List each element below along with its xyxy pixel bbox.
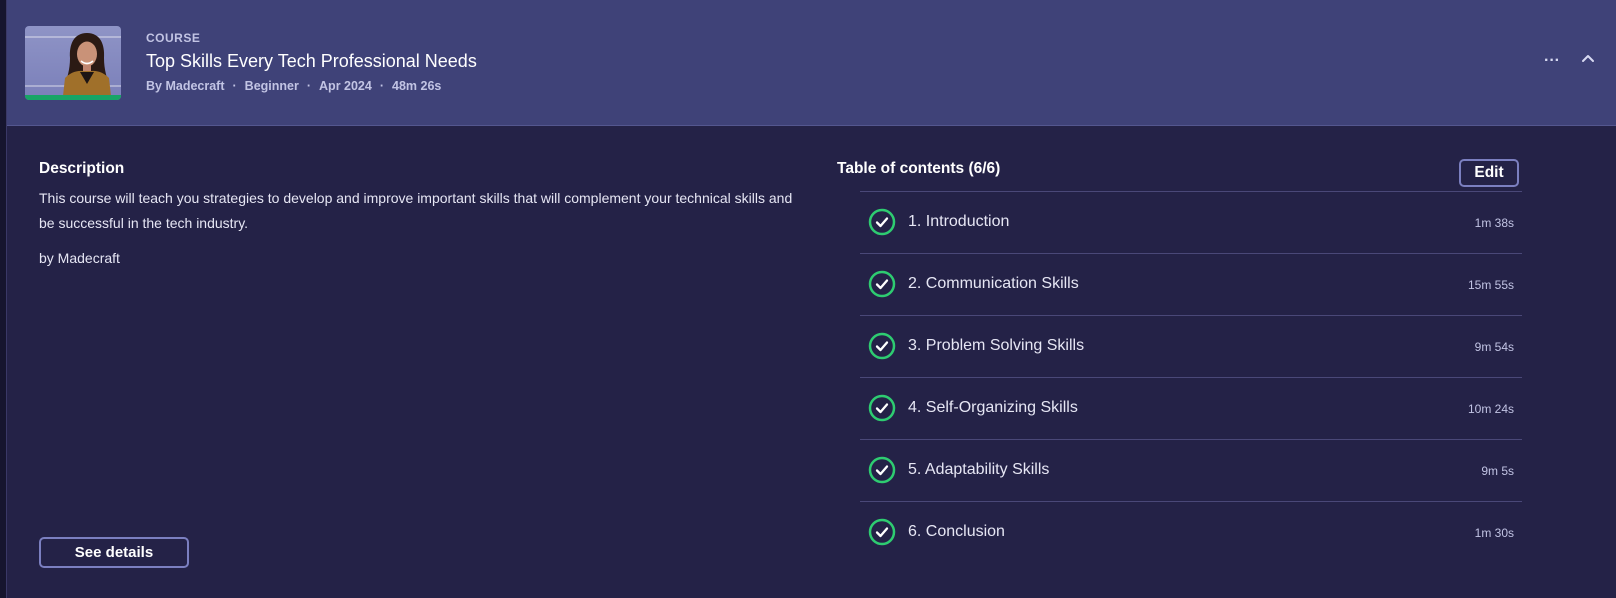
meta-separator: · bbox=[306, 79, 312, 93]
edit-button[interactable]: Edit bbox=[1459, 159, 1519, 187]
course-author: By Madecraft bbox=[146, 79, 225, 93]
toc-item-duration: 9m 54s bbox=[1474, 340, 1514, 354]
description-heading: Description bbox=[39, 160, 125, 177]
toc-item-duration: 15m 55s bbox=[1467, 278, 1514, 292]
instructor-photo bbox=[63, 33, 111, 96]
toc-item-duration: 9m 5s bbox=[1481, 464, 1514, 478]
toc-item-title: 3. Problem Solving Skills bbox=[908, 337, 1085, 354]
meta-separator: · bbox=[232, 79, 237, 93]
course-title[interactable]: Top Skills Every Tech Professional Needs bbox=[146, 51, 477, 72]
check-circle-icon bbox=[868, 518, 896, 546]
course-card: COURSE Top Skills Every Tech Professiona… bbox=[6, 0, 1616, 598]
course-progress-bar bbox=[25, 95, 121, 100]
toc-item[interactable]: 6. Conclusion 1m 30s bbox=[860, 502, 1522, 564]
toc-item-title: 2. Communication Skills bbox=[908, 275, 1079, 292]
more-options-icon[interactable]: ··· bbox=[1541, 52, 1563, 70]
check-circle-icon bbox=[868, 332, 896, 360]
course-thumbnail[interactable] bbox=[25, 26, 121, 100]
toc-item[interactable]: 2. Communication Skills 15m 55s bbox=[860, 254, 1522, 316]
toc-item-duration: 1m 30s bbox=[1474, 526, 1514, 540]
toc-item-title: 6. Conclusion bbox=[908, 523, 1005, 540]
course-level: Beginner bbox=[244, 79, 299, 93]
toc-item[interactable]: 4. Self-Organizing Skills 10m 24s bbox=[860, 378, 1522, 440]
toc-item[interactable]: 5. Adaptability Skills 9m 5s bbox=[860, 440, 1522, 502]
course-date: Apr 2024 bbox=[319, 79, 372, 93]
course-duration: 48m 26s bbox=[392, 79, 442, 93]
course-meta: By Madecraft · Beginner · Apr 2024 · 48m 26s bbox=[146, 79, 441, 93]
author-byline: by Madecraft bbox=[39, 250, 120, 266]
toc-item-title: 5. Adaptability Skills bbox=[908, 461, 1050, 478]
chevron-up-icon[interactable] bbox=[1579, 52, 1597, 66]
description-text: This course will teach you strategies to… bbox=[39, 190, 793, 231]
toc-item[interactable]: 3. Problem Solving Skills 9m 54s bbox=[860, 316, 1522, 378]
toc-list: 1. Introduction 1m 38s 2. Communication … bbox=[860, 191, 1522, 564]
toc-item-duration: 1m 38s bbox=[1474, 216, 1514, 230]
check-circle-icon bbox=[868, 456, 896, 484]
content-type-label: COURSE bbox=[146, 31, 201, 45]
toc-item-title: 4. Self-Organizing Skills bbox=[908, 399, 1078, 416]
toc-item-title: 1. Introduction bbox=[908, 213, 1010, 230]
toc-item[interactable]: 1. Introduction 1m 38s bbox=[860, 192, 1522, 254]
check-circle-icon bbox=[868, 394, 896, 422]
check-circle-icon bbox=[868, 208, 896, 236]
toc-item-duration: 10m 24s bbox=[1467, 402, 1514, 416]
see-details-button[interactable]: See details bbox=[39, 537, 189, 568]
toc-heading: Table of contents (6/6) bbox=[837, 160, 1001, 177]
course-header[interactable]: COURSE Top Skills Every Tech Professiona… bbox=[7, 0, 1616, 126]
meta-separator: · bbox=[379, 79, 385, 93]
check-circle-icon bbox=[868, 270, 896, 298]
